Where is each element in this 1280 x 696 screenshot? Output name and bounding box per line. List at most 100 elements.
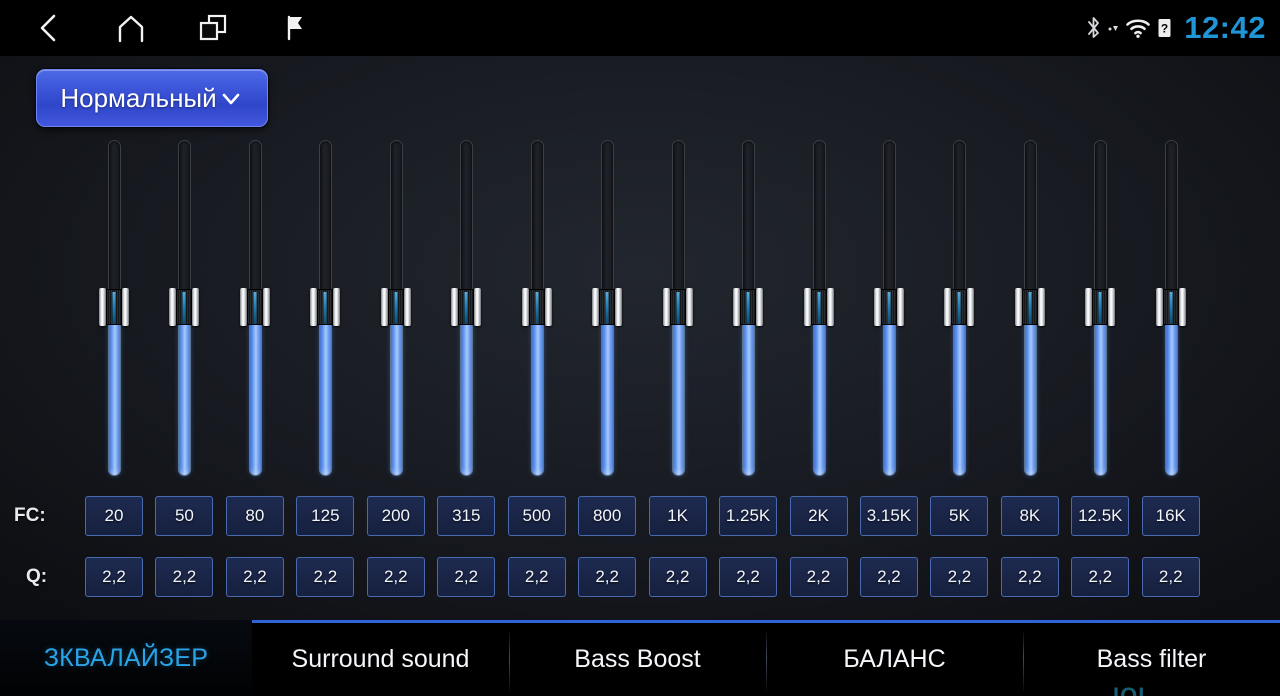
slider-thumb-grip [599, 289, 616, 325]
fc-value-cell[interactable]: 12.5K [1071, 496, 1130, 536]
q-value-cell[interactable]: 2,2 [1071, 557, 1130, 597]
q-value-cell[interactable]: 2,2 [1141, 557, 1200, 597]
slider-thumb[interactable] [873, 288, 904, 326]
slider-thumb[interactable] [1014, 288, 1045, 326]
slider-thumb-cap-left [1155, 288, 1163, 326]
q-value-cell[interactable]: 2,2 [366, 557, 425, 597]
band-slider[interactable] [380, 140, 411, 476]
fc-value-cell[interactable]: 16K [1141, 496, 1200, 536]
q-value-cell[interactable]: 2,2 [930, 557, 989, 597]
fc-value-cell[interactable]: 315 [437, 496, 496, 536]
svg-text:?: ? [1161, 22, 1168, 36]
q-value-cell[interactable]: 2,2 [578, 557, 637, 597]
bottom-tab-bar: ЗКВАЛАЙЗЕР Surround sound Bass Boost БАЛАН… [0, 620, 1280, 696]
slider-thumb[interactable] [380, 288, 411, 326]
band-slider[interactable] [592, 140, 623, 476]
slider-thumb[interactable] [521, 288, 552, 326]
slider-thumb-grip [246, 289, 263, 325]
slider-thumb[interactable] [592, 288, 623, 326]
fc-value-cell[interactable]: 20 [85, 496, 143, 536]
tab-item[interactable]: Surround sound [252, 623, 509, 696]
band-slider[interactable] [310, 140, 341, 476]
slider-thumb-cap-left [873, 288, 881, 326]
fc-value-cell[interactable]: 5K [930, 496, 989, 536]
slider-thumb-grip [1021, 289, 1038, 325]
q-value-cell[interactable]: 2,2 [1000, 557, 1059, 597]
slider-thumb-cap-right [262, 288, 270, 326]
fc-value-cell[interactable]: 2K [789, 496, 848, 536]
band-slider[interactable] [873, 140, 904, 476]
slider-thumb[interactable] [310, 288, 341, 326]
slider-thumb[interactable] [733, 288, 764, 326]
band-slider[interactable] [451, 140, 482, 476]
slider-thumb[interactable] [944, 288, 975, 326]
slider-fill [530, 308, 544, 476]
slider-thumb-cap-left [380, 288, 388, 326]
fc-value-cell[interactable]: 125 [296, 496, 355, 536]
back-icon[interactable] [26, 5, 72, 51]
slider-thumb[interactable] [239, 288, 270, 326]
slider-fill [108, 308, 121, 476]
slider-fill [319, 308, 333, 476]
slider-thumb-cap-left [944, 288, 952, 326]
q-value-cell[interactable]: 2,2 [789, 557, 848, 597]
fc-value-cell[interactable]: 3.15K [859, 496, 918, 536]
band-slider[interactable] [944, 140, 975, 476]
slider-thumb-cap-left [1014, 288, 1022, 326]
slider-thumb-cap-right [685, 288, 693, 326]
q-value-cell[interactable]: 2,2 [507, 557, 566, 597]
q-value-cell[interactable]: 2,2 [719, 557, 778, 597]
slider-fill [248, 308, 262, 476]
slider-thumb[interactable] [1085, 288, 1116, 326]
fc-value-cell[interactable]: 1K [648, 496, 707, 536]
home-icon[interactable] [108, 5, 154, 51]
status-clock: 12:42 [1184, 10, 1266, 45]
band-slider[interactable] [521, 140, 552, 476]
recents-icon[interactable] [190, 5, 236, 51]
slider-thumb[interactable] [169, 288, 200, 326]
flag-icon[interactable] [272, 5, 318, 51]
q-value-cell[interactable]: 2,2 [648, 557, 707, 597]
tab-equalizer[interactable]: ЗКВАЛАЙЗЕР [0, 620, 252, 696]
slider-thumb[interactable] [803, 288, 834, 326]
q-value-cell[interactable]: 2,2 [859, 557, 918, 597]
slider-thumb[interactable] [662, 288, 693, 326]
band-slider[interactable] [99, 140, 129, 476]
fc-value-cell[interactable]: 500 [507, 496, 566, 536]
q-value-cell[interactable]: 2,2 [296, 557, 355, 597]
slider-thumb-cap-left [803, 288, 811, 326]
band-slider[interactable] [1155, 140, 1186, 476]
fc-value-cell[interactable]: 50 [155, 496, 214, 536]
tab-item[interactable]: Bass Boost [509, 623, 766, 696]
fc-value-cell[interactable]: 80 [225, 496, 284, 536]
fc-value-cell[interactable]: 8K [1000, 496, 1059, 536]
status-icons: ? 12:42 [1085, 0, 1266, 56]
slider-thumb[interactable] [1155, 288, 1186, 326]
slider-thumb-cap-right [333, 288, 341, 326]
tab-item-label: Surround sound [291, 645, 470, 673]
fc-value-cell[interactable]: 1.25K [719, 496, 778, 536]
tab-item[interactable]: Bass filter [1023, 623, 1280, 696]
slider-thumb-cap-right [1037, 288, 1045, 326]
slider-thumb[interactable] [451, 288, 482, 326]
band-slider[interactable] [169, 140, 200, 476]
fc-value-cell[interactable]: 200 [366, 496, 425, 536]
band-slider[interactable] [239, 140, 270, 476]
slider-thumb-grip [951, 289, 968, 325]
band-slider[interactable] [1014, 140, 1045, 476]
band-slider[interactable] [662, 140, 693, 476]
q-value-cell[interactable]: 2,2 [437, 557, 496, 597]
fc-value-cell[interactable]: 800 [578, 496, 637, 536]
band-slider[interactable] [1085, 140, 1116, 476]
q-value-cell[interactable]: 2,2 [85, 557, 143, 597]
slider-thumb-cap-right [474, 288, 482, 326]
band-slider[interactable] [803, 140, 834, 476]
q-value-cell[interactable]: 2,2 [155, 557, 214, 597]
slider-thumb-grip [880, 289, 897, 325]
slider-fill [1094, 308, 1108, 476]
band-slider[interactable] [733, 140, 764, 476]
q-value-cell[interactable]: 2,2 [225, 557, 284, 597]
tab-equalizer-label: ЗКВАЛАЙЗЕР [43, 643, 209, 672]
tab-item[interactable]: БАЛАНС [766, 623, 1023, 696]
slider-thumb[interactable] [99, 288, 129, 326]
